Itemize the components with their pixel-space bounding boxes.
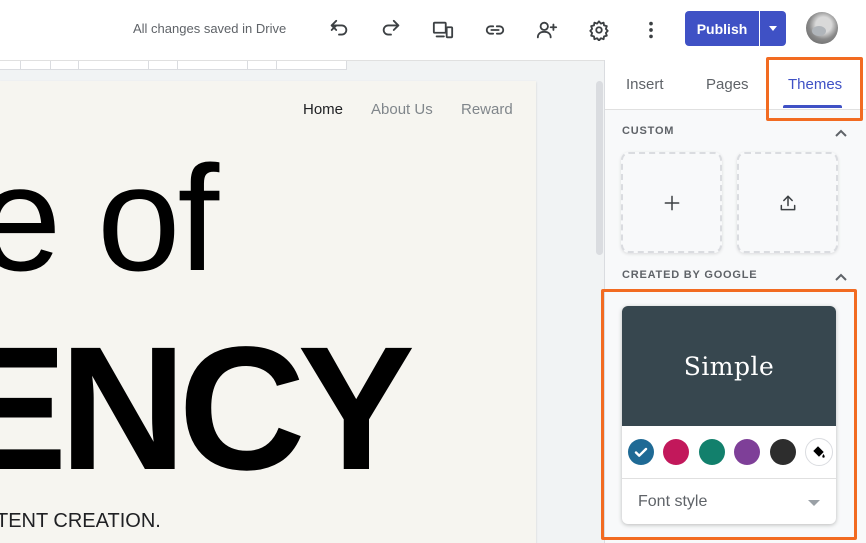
plus-icon [664,195,679,210]
avatar[interactable] [806,12,838,44]
tab-themes[interactable]: Themes [788,76,842,93]
dropdown-caret-icon [808,500,820,506]
swatch-magenta[interactable] [663,439,689,465]
active-tab-indicator [783,105,842,108]
nav-about-link[interactable]: About Us [371,101,433,118]
tab-insert[interactable]: Insert [626,76,664,93]
swatch-purple[interactable] [734,439,760,465]
upload-icon [780,195,795,210]
redo-icon[interactable] [375,14,407,46]
publish-group: Publish [685,11,786,46]
collapse-google-chevron-up-icon[interactable] [835,268,847,281]
ruler [0,61,347,70]
undo-icon[interactable] [323,14,355,46]
save-status: All changes saved in Drive [133,21,287,36]
font-style-select[interactable]: Font style [622,478,836,524]
font-style-label: Font style [638,493,708,510]
nav-home-link[interactable]: Home [303,101,343,118]
nav-reward-link[interactable]: Reward [461,101,513,118]
hero-heading-line2[interactable]: ENCY [0,321,415,497]
top-toolbar: All changes saved in Drive Publish [0,0,866,60]
custom-color-button[interactable] [805,438,833,466]
hero-subheading[interactable]: TENT CREATION. [0,510,161,533]
site-page-preview[interactable]: Home About Us Reward e of ENCY TENT CREA… [0,81,536,543]
more-vert-icon[interactable] [635,14,667,46]
swatch-blue[interactable] [628,439,654,465]
editor-canvas: Home About Us Reward e of ENCY TENT CREA… [0,60,604,543]
upload-theme-button[interactable] [737,152,838,253]
add-custom-theme-button[interactable] [621,152,722,253]
swatch-teal[interactable] [699,439,725,465]
publish-options-dropdown[interactable] [760,11,786,46]
theme-card-simple: Simple Font style [622,306,836,524]
side-panel: Insert Pages Themes CUSTOM CREATED BY GO… [601,57,866,543]
panel-tabs: Insert Pages Themes [605,60,866,110]
google-section-label: CREATED BY GOOGLE [622,269,758,281]
sites-editor: All changes saved in Drive Publish Home … [0,0,866,543]
settings-icon[interactable] [583,14,615,46]
paint-bucket-icon [813,446,825,458]
theme-name: Simple [683,351,775,381]
publish-button[interactable]: Publish [685,11,759,46]
share-icon[interactable] [531,14,563,46]
swatch-black[interactable] [770,439,796,465]
canvas-scrollbar[interactable] [596,81,603,255]
tab-pages[interactable]: Pages [706,76,749,93]
check-icon [634,447,648,457]
caret-down-icon [769,26,777,31]
preview-devices-icon[interactable] [427,14,459,46]
collapse-custom-chevron-up-icon[interactable] [835,124,847,137]
hero-heading-line1[interactable]: e of [0,143,219,293]
custom-section-label: CUSTOM [622,125,675,137]
link-icon[interactable] [479,14,511,46]
theme-preview[interactable]: Simple [622,306,836,426]
